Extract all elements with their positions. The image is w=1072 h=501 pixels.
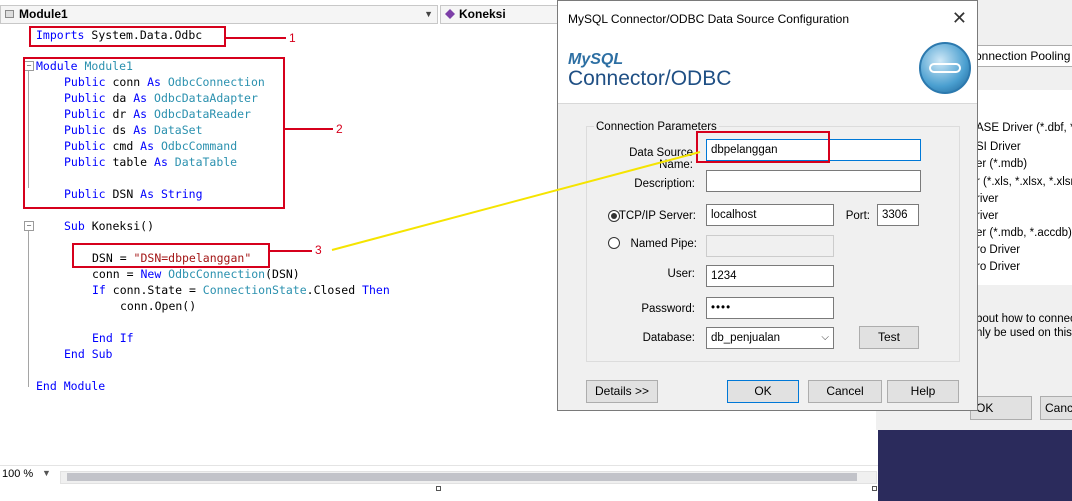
annotation-connector-line (331, 151, 701, 251)
